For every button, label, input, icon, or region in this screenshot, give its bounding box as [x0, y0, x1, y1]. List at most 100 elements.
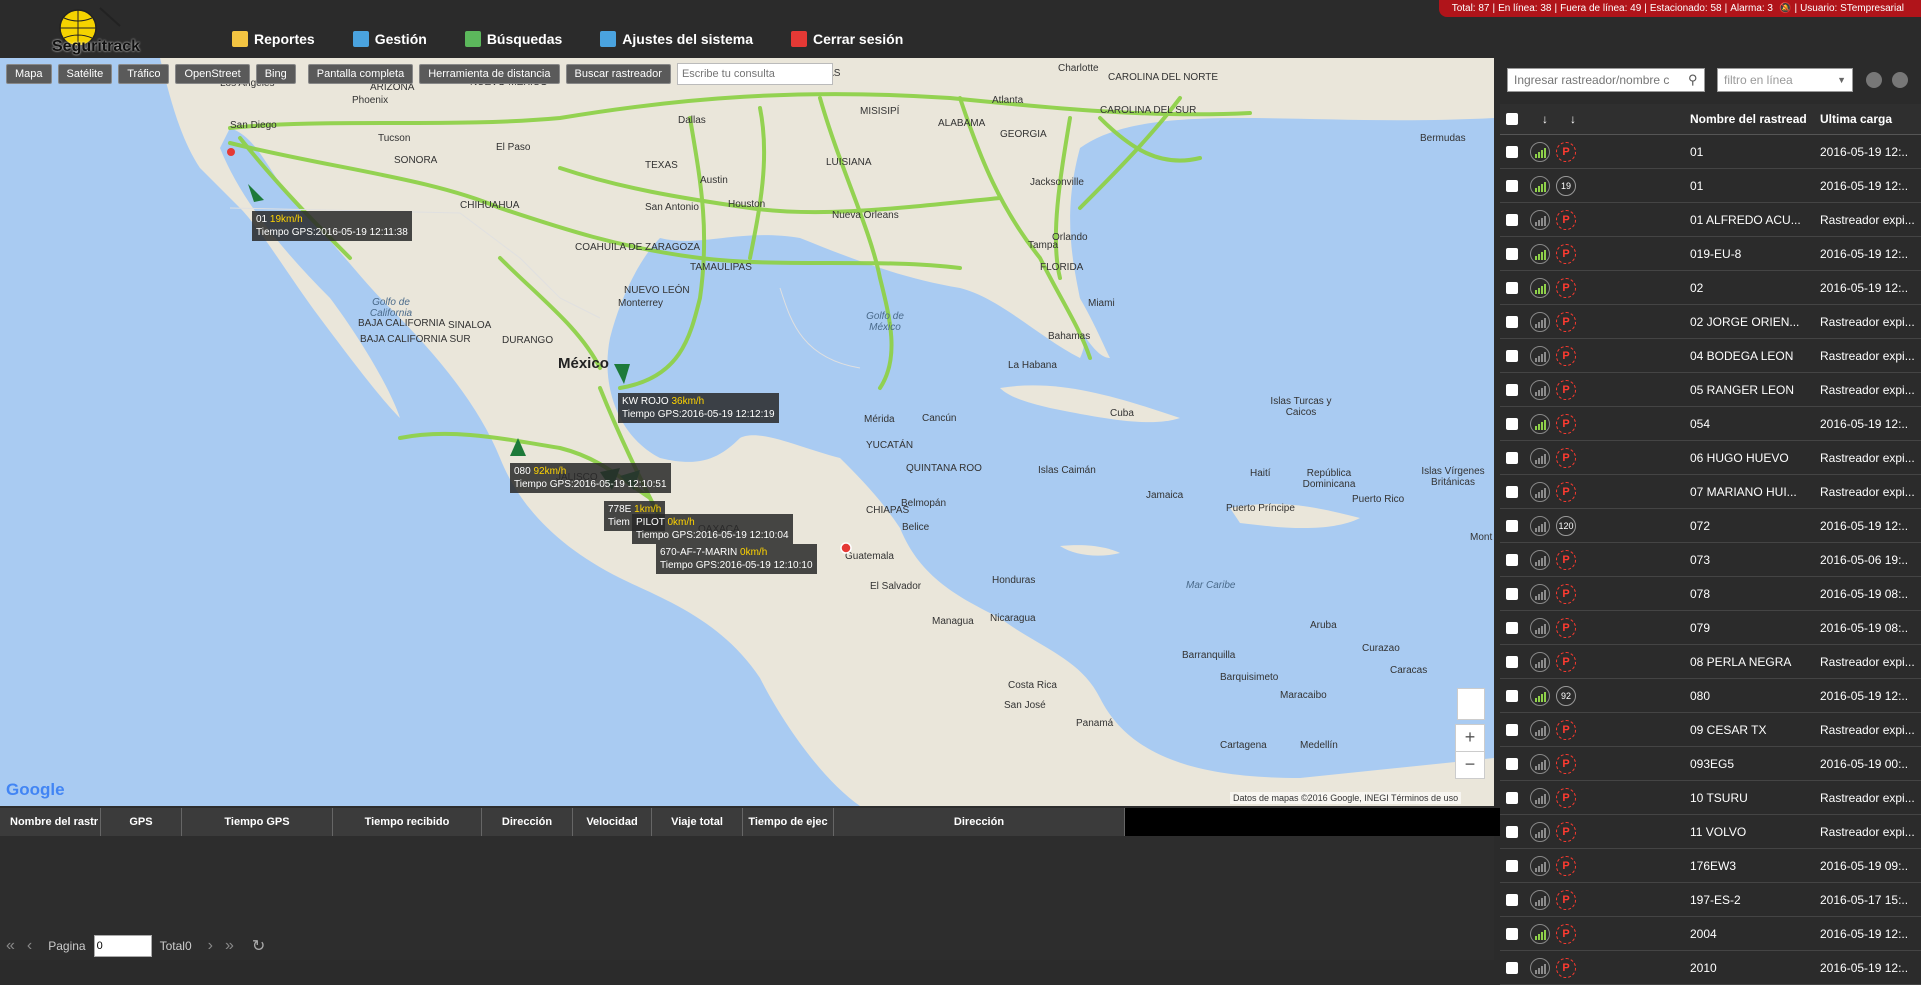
menu-item-0[interactable]: Reportes: [232, 28, 315, 50]
row-checkbox[interactable]: [1506, 145, 1518, 158]
tracker-row[interactable]: P 06 HUGO HUEVO Rastreador expi...: [1500, 441, 1921, 475]
map-toolbar-button-5[interactable]: Pantalla completa: [307, 64, 414, 84]
row-checkbox[interactable]: [1506, 961, 1518, 974]
row-checkbox[interactable]: [1506, 281, 1518, 294]
first-page-icon[interactable]: «: [6, 937, 15, 955]
row-checkbox[interactable]: [1506, 825, 1518, 838]
row-checkbox[interactable]: [1506, 655, 1518, 668]
tracker-row[interactable]: P 2010 2016-05-19 12:..: [1500, 951, 1921, 985]
row-checkbox[interactable]: [1506, 349, 1518, 362]
tracker-row[interactable]: P 02 JORGE ORIEN... Rastreador expi...: [1500, 305, 1921, 339]
bottom-col-header[interactable]: Tiempo GPS: [182, 808, 333, 836]
tracker-row[interactable]: P 11 VOLVO Rastreador expi...: [1500, 815, 1921, 849]
map-toolbar-button-6[interactable]: Herramienta de distancia: [419, 64, 560, 84]
bottom-col-header[interactable]: GPS: [101, 808, 182, 836]
settings-icon[interactable]: [1892, 72, 1908, 88]
select-all-checkbox[interactable]: [1506, 113, 1518, 125]
tracker-row[interactable]: P 019-EU-8 2016-05-19 12:..: [1500, 237, 1921, 271]
sort-down-icon[interactable]: ↓: [1542, 112, 1548, 126]
tracker-row[interactable]: P 197-ES-2 2016-05-17 15:..: [1500, 883, 1921, 917]
row-checkbox[interactable]: [1506, 179, 1518, 192]
menu-item-2[interactable]: Búsquedas: [464, 28, 562, 50]
col-tracker-name[interactable]: Nombre del rastread: [1690, 112, 1812, 126]
row-checkbox[interactable]: [1506, 213, 1518, 226]
tracker-row[interactable]: 92 080 2016-05-19 12:..: [1500, 679, 1921, 713]
map-toolbar-button-1[interactable]: Satélite: [57, 64, 113, 84]
collapse-left-icon[interactable]: [1866, 72, 1882, 88]
map-canvas[interactable]: Los AngelesSan DiegoLas VegasPhoenixARIZ…: [0, 58, 1494, 806]
tracker-row[interactable]: P 176EW3 2016-05-19 09:..: [1500, 849, 1921, 883]
zoom-in-button[interactable]: +: [1455, 724, 1485, 752]
row-checkbox[interactable]: [1506, 859, 1518, 872]
tracker-row[interactable]: P 079 2016-05-19 08:..: [1500, 611, 1921, 645]
row-checkbox[interactable]: [1506, 383, 1518, 396]
tracker-row[interactable]: P 08 PERLA NEGRA Rastreador expi...: [1500, 645, 1921, 679]
map-search-input[interactable]: [676, 63, 833, 85]
tracker-row[interactable]: P 05 RANGER LEON Rastreador expi...: [1500, 373, 1921, 407]
sort-down-icon[interactable]: ↓: [1570, 112, 1576, 126]
tracker-row[interactable]: P 054 2016-05-19 12:..: [1500, 407, 1921, 441]
row-checkbox[interactable]: [1506, 689, 1518, 702]
tracker-row[interactable]: P 09 CESAR TX Rastreador expi...: [1500, 713, 1921, 747]
tracker-row[interactable]: P 01 2016-05-19 12:..: [1500, 135, 1921, 169]
bottom-col-header[interactable]: Velocidad: [573, 808, 652, 836]
row-checkbox[interactable]: [1506, 519, 1518, 532]
row-checkbox[interactable]: [1506, 485, 1518, 498]
prev-page-icon[interactable]: ‹: [27, 937, 32, 955]
next-page-icon[interactable]: ›: [208, 937, 213, 955]
map-attribution[interactable]: Datos de mapas ©2016 Google, INEGI Térmi…: [1230, 792, 1462, 804]
status-alarm[interactable]: Alarma: 3: [1730, 3, 1773, 14]
row-checkbox[interactable]: [1506, 553, 1518, 566]
marker-label-080[interactable]: 080 92km/h Tiempo GPS:2016-05-19 12:10:5…: [510, 463, 671, 493]
marker-label-kw-rojo[interactable]: KW ROJO 36km/h Tiempo GPS:2016-05-19 12:…: [618, 393, 779, 423]
menu-item-1[interactable]: Gestión: [352, 28, 427, 50]
row-checkbox[interactable]: [1506, 315, 1518, 328]
menu-item-3[interactable]: Ajustes del sistema: [600, 28, 753, 50]
tracker-row[interactable]: P 073 2016-05-06 19:..: [1500, 543, 1921, 577]
map-toolbar-button-4[interactable]: Bing: [255, 64, 296, 84]
tracker-row[interactable]: P 2004 2016-05-19 12:..: [1500, 917, 1921, 951]
bottom-col-header[interactable]: Nombre del rastr: [0, 808, 101, 836]
tracker-row[interactable]: 120 072 2016-05-19 12:..: [1500, 509, 1921, 543]
map-toolbar-button-0[interactable]: Mapa: [6, 64, 52, 84]
row-checkbox[interactable]: [1506, 927, 1518, 940]
bottom-col-header[interactable]: Dirección: [482, 808, 573, 836]
map-toolbar-button-3[interactable]: OpenStreet: [175, 64, 250, 84]
row-checkbox[interactable]: [1506, 451, 1518, 464]
row-checkbox[interactable]: [1506, 893, 1518, 906]
marker-label-pilot[interactable]: PILOT 0km/h Tiempo GPS:2016-05-19 12:10:…: [632, 514, 793, 544]
tracker-row[interactable]: 19 01 2016-05-19 12:..: [1500, 169, 1921, 203]
page-input[interactable]: [93, 935, 152, 957]
bottom-col-header[interactable]: Dirección: [834, 808, 1125, 836]
tracker-row[interactable]: P 02 2016-05-19 12:..: [1500, 271, 1921, 305]
tracker-row[interactable]: P 04 BODEGA LEON Rastreador expi...: [1500, 339, 1921, 373]
tracker-row[interactable]: P 078 2016-05-19 08:..: [1500, 577, 1921, 611]
row-checkbox[interactable]: [1506, 587, 1518, 600]
alarm-bell-icon[interactable]: 🔕: [1779, 3, 1791, 14]
tracker-search-input[interactable]: [1507, 68, 1705, 92]
row-checkbox[interactable]: [1506, 757, 1518, 770]
map-toolbar-button-7[interactable]: Buscar rastreador: [565, 64, 671, 84]
marker-label-670-af-7-marin[interactable]: 670-AF-7-MARIN 0km/h Tiempo GPS:2016-05-…: [656, 544, 817, 574]
online-filter-select[interactable]: filtro en línea ▼: [1717, 68, 1853, 92]
tracker-row[interactable]: P 093EG5 2016-05-19 00:..: [1500, 747, 1921, 781]
bottom-col-header[interactable]: Tiempo recibido: [333, 808, 482, 836]
refresh-icon[interactable]: ↻: [252, 936, 265, 956]
row-checkbox[interactable]: [1506, 723, 1518, 736]
bottom-col-header[interactable]: Tiempo de ejec: [743, 808, 834, 836]
search-icon[interactable]: ⚲: [1688, 72, 1698, 88]
menu-item-4[interactable]: Cerrar sesión: [791, 28, 903, 50]
tracker-row[interactable]: P 07 MARIANO HUI... Rastreador expi...: [1500, 475, 1921, 509]
row-checkbox[interactable]: [1506, 621, 1518, 634]
col-last-upload[interactable]: Ultima carga: [1820, 112, 1892, 126]
last-page-icon[interactable]: »: [225, 937, 234, 955]
map-toolbar-button-2[interactable]: Tráfico: [118, 64, 170, 84]
tracker-row[interactable]: P 01 ALFREDO ACU... Rastreador expi...: [1500, 203, 1921, 237]
row-checkbox[interactable]: [1506, 247, 1518, 260]
row-checkbox[interactable]: [1506, 791, 1518, 804]
bottom-col-header[interactable]: Viaje total: [652, 808, 743, 836]
tracker-row[interactable]: P 10 TSURU Rastreador expi...: [1500, 781, 1921, 815]
street-view-pegman-icon[interactable]: [1457, 688, 1485, 720]
zoom-out-button[interactable]: −: [1455, 751, 1485, 779]
marker-label-01[interactable]: 01 19km/h Tiempo GPS:2016-05-19 12:11:38: [252, 211, 412, 241]
